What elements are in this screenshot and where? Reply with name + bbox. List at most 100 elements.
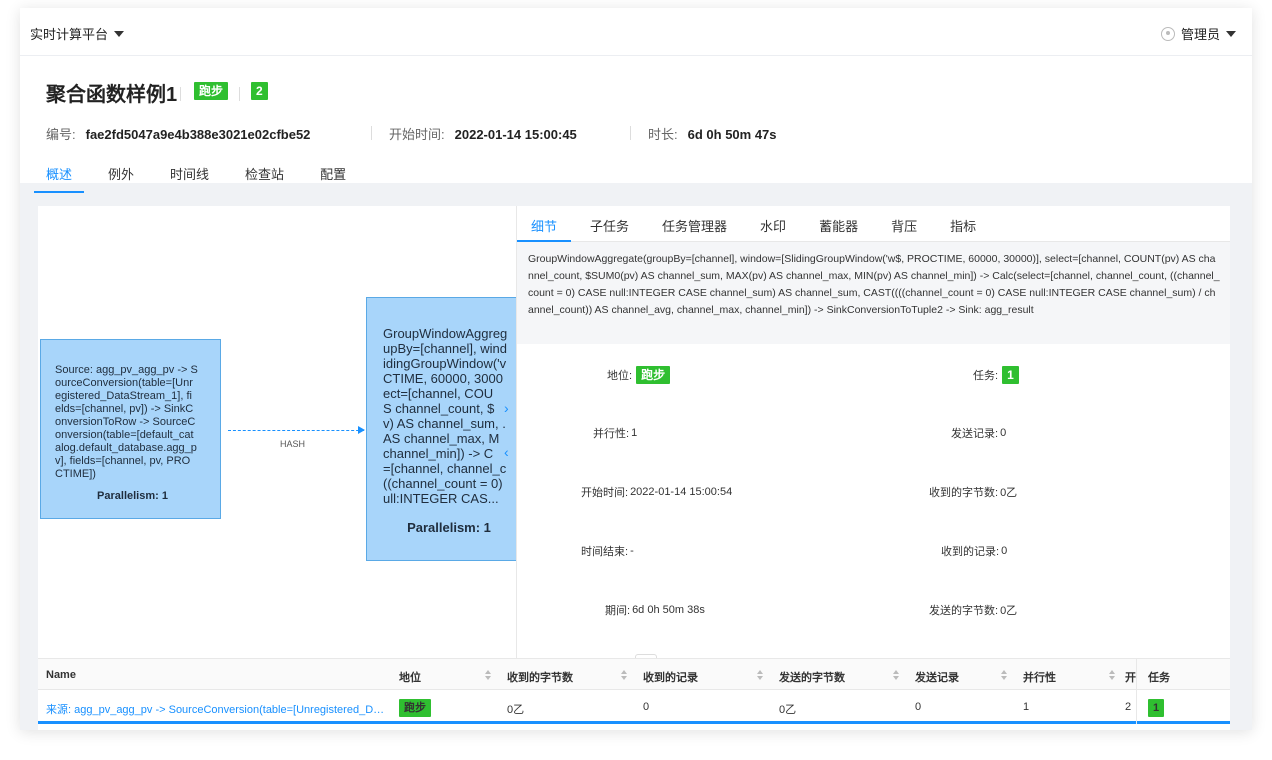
edge-label: HASH <box>280 439 306 449</box>
field-received-records: 收到的记录: 0 <box>941 543 1007 559</box>
tasks-badge: 1 <box>1148 699 1165 717</box>
sort-icon[interactable] <box>621 670 627 680</box>
column-header-sent-bytes[interactable]: 发送的字节数 <box>779 669 845 685</box>
user-icon <box>1160 26 1175 41</box>
column-header-tasks[interactable]: 任务 <box>1148 669 1170 685</box>
column-header-received-records[interactable]: 收到的记录 <box>643 669 698 685</box>
status-badge: 跑步 <box>194 82 229 100</box>
field-received-bytes: 收到的字节数: 0乙 <box>929 484 1017 500</box>
tab-checkpoints[interactable]: 检查站 <box>245 164 284 193</box>
caret-down-icon <box>114 30 125 37</box>
job-start-label: 开始时间: <box>389 127 445 142</box>
field-tasks: 任务: 1 <box>973 366 1019 384</box>
cell-received-bytes: 0乙 <box>507 704 525 716</box>
cell-sent-bytes: 0乙 <box>779 704 797 716</box>
tasks-badge: 1 <box>1002 366 1019 384</box>
job-duration-label: 时长: <box>648 127 678 142</box>
job-graph[interactable]: Source: agg_pv_agg_pv -> S ourceConversi… <box>38 206 516 658</box>
tab-timeline[interactable]: 时间线 <box>170 164 209 193</box>
column-header-status[interactable]: 地位 <box>399 669 421 685</box>
cell-sent-records: 0 <box>915 701 922 713</box>
field-label: 地位: <box>607 370 633 382</box>
main-tabs: 概述 例外 时间线 检查站 配置 <box>33 164 382 193</box>
field-sent-records: 发送记录: 0 <box>951 425 1006 441</box>
top-bar: 实时计算平台 管理员 <box>20 8 1252 56</box>
node-parallelism: Parallelism: 1 <box>407 520 491 535</box>
field-label: 期间: <box>605 605 631 617</box>
node-parallelism: Parallelism: 1 <box>97 490 168 502</box>
field-end-time: 时间结束: - <box>581 543 634 559</box>
cell-parallelism: 1 <box>1023 701 1030 713</box>
tab-overview[interactable]: 概述 <box>33 164 85 193</box>
field-value: 0乙 <box>1000 605 1018 617</box>
column-header-received-bytes[interactable]: 收到的字节数 <box>507 669 573 685</box>
user-menu[interactable]: 管理员 <box>1160 24 1236 43</box>
divider <box>630 126 631 140</box>
sort-icon[interactable] <box>1109 670 1115 680</box>
field-status: 地位: 跑步 <box>607 366 671 384</box>
field-label: 发送记录: <box>951 428 999 440</box>
count-badge: 2 <box>251 82 268 100</box>
table-row[interactable]: 来源: agg_pv_agg_pv -> SourceConversion(ta… <box>38 690 1230 724</box>
column-header-sent-records[interactable]: 发送记录 <box>915 669 959 685</box>
divider <box>180 87 181 101</box>
cell-received-records: 0 <box>643 701 650 713</box>
job-start: 开始时间: 2022-01-14 15:00:45 <box>389 124 577 143</box>
node-description: GroupWindowAggreg upBy=[channel], wind i… <box>383 326 508 506</box>
graph-node-aggregate[interactable]: GroupWindowAggreg upBy=[channel], wind i… <box>366 297 516 561</box>
field-value: - <box>630 545 634 557</box>
page-title: 聚合函数样例1 <box>46 84 178 106</box>
job-id-value: fae2fd5047a9e4b388e3021e02cfbe52 <box>85 127 311 142</box>
overview-card: Source: agg_pv_agg_pv -> S ourceConversi… <box>38 206 1230 730</box>
field-start-time: 开始时间: 2022-01-14 15:00:54 <box>581 484 732 500</box>
field-parallelism: 并行性: 1 <box>593 425 637 441</box>
divider <box>239 87 240 101</box>
sort-icon[interactable] <box>1001 670 1007 680</box>
tab-backpressure[interactable]: 背压 <box>891 206 917 242</box>
field-label: 开始时间: <box>581 487 629 499</box>
sort-icon[interactable] <box>757 670 763 680</box>
graph-node-source[interactable]: Source: agg_pv_agg_pv -> S ourceConversi… <box>40 339 221 519</box>
chevron-left-icon[interactable]: ‹ <box>504 444 509 460</box>
field-sent-bytes: 发送的字节数: 0乙 <box>929 602 1017 618</box>
tab-configuration[interactable]: 配置 <box>320 164 346 193</box>
field-label: 任务: <box>973 370 999 382</box>
node-description: Source: agg_pv_agg_pv -> S ourceConversi… <box>55 364 198 480</box>
job-header: 聚合函数样例1 跑步 2 编号: fae2fd5047a9e4b388e3021e… <box>20 56 1252 193</box>
status-badge: 跑步 <box>399 699 431 717</box>
tab-watermarks[interactable]: 水印 <box>760 206 786 242</box>
field-value: 0 <box>1001 545 1008 557</box>
tab-exceptions[interactable]: 例外 <box>108 164 134 193</box>
field-label: 时间结束: <box>581 546 629 558</box>
job-id: 编号: fae2fd5047a9e4b388e3021e02cfbe52 <box>46 124 310 143</box>
field-label: 发送的字节数: <box>929 605 999 617</box>
vertex-name-link[interactable]: 来源: agg_pv_agg_pv -> SourceConversion(ta… <box>46 701 386 717</box>
panel-tabs: 细节 子任务 任务管理器 水印 蓄能器 背压 指标 <box>516 206 1230 242</box>
divider <box>371 126 372 140</box>
platform-switcher[interactable]: 实时计算平台 <box>30 24 125 43</box>
field-value: 1 <box>631 427 638 439</box>
platform-name: 实时计算平台 <box>30 27 109 42</box>
app-window: 实时计算平台 管理员 聚合函数样例1 跑步 2 编号: fae2fd5047a9e… <box>20 8 1252 730</box>
operator-description: GroupWindowAggregate(groupBy=[channel], … <box>517 242 1230 344</box>
tab-details[interactable]: 细节 <box>516 206 572 242</box>
column-divider <box>1136 658 1137 724</box>
field-value: 6d 0h 50m 38s <box>632 604 705 616</box>
job-duration: 时长: 6d 0h 50m 47s <box>648 124 777 143</box>
column-header-parallelism[interactable]: 并行性 <box>1023 669 1056 685</box>
column-header-start[interactable]: 开 <box>1125 669 1136 685</box>
arrow-right-icon <box>358 426 365 434</box>
job-duration-value: 6d 0h 50m 47s <box>687 127 777 142</box>
details-panel: 细节 子任务 任务管理器 水印 蓄能器 背压 指标 GroupWindowAgg… <box>516 206 1230 658</box>
chevron-right-icon[interactable]: › <box>504 400 509 416</box>
sort-icon[interactable] <box>893 670 899 680</box>
sort-icon[interactable] <box>485 670 491 680</box>
tab-metrics[interactable]: 指标 <box>950 206 976 242</box>
column-header-name[interactable]: Name <box>46 669 76 681</box>
field-label: 收到的记录: <box>941 546 1000 558</box>
tab-accumulators[interactable]: 蓄能器 <box>819 206 858 242</box>
cell-start: 2 <box>1125 701 1132 713</box>
tab-subtasks[interactable]: 子任务 <box>590 206 629 242</box>
job-start-value: 2022-01-14 15:00:45 <box>454 127 577 142</box>
tab-taskmanagers[interactable]: 任务管理器 <box>662 206 727 242</box>
